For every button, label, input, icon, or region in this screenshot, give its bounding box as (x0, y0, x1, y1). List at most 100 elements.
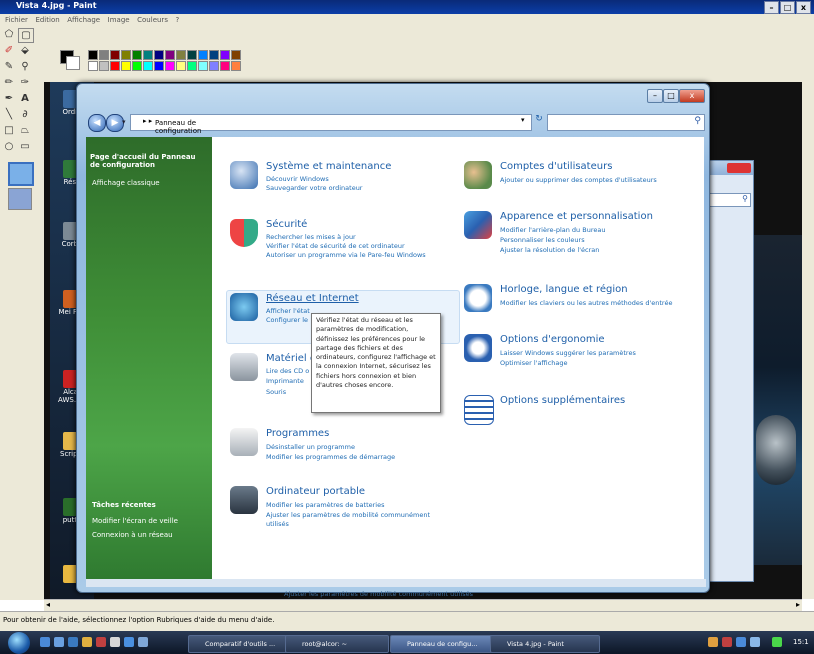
category-link[interactable]: Modifier l'arrière-plan du Bureau (500, 226, 605, 234)
color-swatch[interactable] (165, 61, 175, 71)
category-security[interactable]: Sécurité Rechercher les mises à jour Vér… (230, 219, 460, 279)
scroll-right-icon[interactable]: ▸ (796, 600, 800, 609)
color-swatch[interactable] (176, 50, 186, 60)
category-link[interactable]: Vérifier l'état de sécurité de cet ordin… (266, 242, 405, 250)
category-ease[interactable]: Options d'ergonomie Laisser Windows sugg… (464, 334, 700, 372)
quicklaunch-icon[interactable] (96, 637, 106, 647)
category-laptop[interactable]: Ordinateur portable Modifier les paramèt… (230, 486, 450, 536)
maximize-button[interactable]: □ (663, 89, 679, 103)
category-link[interactable]: Modifier les claviers ou les autres méth… (500, 299, 672, 307)
quicklaunch-icon[interactable] (40, 637, 50, 647)
category-extra[interactable]: Options supplémentaires (464, 395, 700, 425)
curve-icon[interactable]: ∂ (18, 108, 32, 121)
category-title[interactable]: Options d'ergonomie (500, 334, 605, 345)
quicklaunch-icon[interactable] (110, 637, 120, 647)
menu-help[interactable]: ? (176, 14, 180, 26)
line-icon[interactable]: ╲ (2, 108, 16, 121)
category-title[interactable]: Horloge, langue et région (500, 284, 628, 295)
pencil-icon[interactable]: ✏ (2, 76, 16, 89)
tool-options-icon-2[interactable] (8, 188, 32, 210)
category-title[interactable]: Matériel e (266, 353, 316, 364)
fill-icon[interactable]: ⬙ (18, 44, 32, 57)
refresh-icon[interactable]: ↻ (532, 114, 546, 129)
category-link[interactable]: Ajuster les paramètres de mobilité commu… (266, 511, 430, 519)
quicklaunch-icon[interactable] (124, 637, 134, 647)
rect-select-icon[interactable]: ▢ (18, 28, 34, 43)
back-arrow-icon[interactable]: ◀ (88, 114, 106, 132)
category-link[interactable]: Ajouter ou supprimer des comptes d'utili… (500, 176, 657, 184)
category-link[interactable]: Souris (266, 388, 286, 396)
category-link[interactable]: Sauvegarder votre ordinateur (266, 184, 362, 192)
tray-icon[interactable] (722, 637, 732, 647)
color-swatch[interactable] (187, 50, 197, 60)
color-swatch[interactable] (143, 61, 153, 71)
task-comparatif[interactable]: Comparatif d'outils ... (188, 635, 292, 653)
rectangle-icon[interactable]: □ (2, 124, 16, 137)
category-link[interactable]: Modifier les programmes de démarrage (266, 453, 395, 461)
color-swatch[interactable] (88, 61, 98, 71)
category-link[interactable]: Configurer le (266, 316, 308, 324)
task-paint[interactable]: Vista 4.jpg - Paint (490, 635, 600, 653)
color-swatch[interactable] (143, 50, 153, 60)
airbrush-icon[interactable]: ✒ (2, 92, 16, 105)
category-hardware[interactable]: Matériel e Lire des CD o Imprimante Sour… (230, 353, 316, 405)
category-title[interactable]: Système et maintenance (266, 161, 391, 172)
menu-affichage[interactable]: Affichage (67, 14, 100, 26)
maximize-button[interactable]: □ (780, 1, 795, 14)
color-swatch[interactable] (99, 50, 109, 60)
color-swatch[interactable] (132, 61, 142, 71)
category-link[interactable]: Ajuster la résolution de l'écran (500, 246, 599, 254)
minimize-button[interactable]: – (764, 1, 779, 14)
ellipse-icon[interactable]: ○ (2, 140, 16, 153)
rounded-rect-icon[interactable]: ▭ (18, 140, 32, 153)
category-link[interactable]: Laisser Windows suggérer les paramètres (500, 349, 636, 357)
scroll-left-icon[interactable]: ◂ (46, 600, 50, 609)
category-title[interactable]: Options supplémentaires (500, 395, 625, 406)
text-icon[interactable]: A (18, 92, 32, 105)
magnifier-icon[interactable]: ⚲ (18, 60, 32, 73)
category-link[interactable]: Imprimante (266, 377, 304, 385)
color-swatch[interactable] (209, 50, 219, 60)
category-title[interactable]: Réseau et Internet (266, 293, 359, 304)
tray-icon[interactable] (750, 637, 760, 647)
dropdown-icon[interactable]: ▾ (122, 118, 126, 126)
classic-view-link[interactable]: Affichage classique (92, 179, 160, 187)
recent-task-link[interactable]: Modifier l'écran de veille (92, 517, 178, 525)
close-button[interactable]: x (679, 89, 705, 103)
tray-icon[interactable] (708, 637, 718, 647)
color-swatch[interactable] (110, 61, 120, 71)
color-swatch[interactable] (99, 61, 109, 71)
free-select-icon[interactable]: ⬠ (2, 28, 16, 41)
category-link[interactable]: Optimiser l'affichage (500, 359, 568, 367)
category-link[interactable]: Découvrir Windows (266, 175, 329, 183)
quicklaunch-icon[interactable] (138, 637, 148, 647)
menu-fichier[interactable]: Fichier (5, 14, 28, 26)
color-swatch[interactable] (121, 61, 131, 71)
tool-options-icon[interactable] (8, 162, 34, 186)
color-swatch[interactable] (231, 50, 241, 60)
task-terminal[interactable]: root@alcor: ~ (285, 635, 389, 653)
menu-edition[interactable]: Edition (35, 14, 59, 26)
color-swatch[interactable] (220, 50, 230, 60)
vertical-scrollbar[interactable] (802, 82, 814, 599)
brush-icon[interactable]: ✑ (18, 76, 32, 89)
home-link[interactable]: Page d'accueil du Panneau de configurati… (90, 153, 206, 169)
category-clock[interactable]: Horloge, langue et région Modifier les c… (464, 284, 700, 318)
menu-image[interactable]: Image (108, 14, 130, 26)
category-title[interactable]: Apparence et personnalisation (500, 211, 653, 222)
quicklaunch-icon[interactable] (68, 637, 78, 647)
color-swatch[interactable] (88, 50, 98, 60)
color-swatch[interactable] (176, 61, 186, 71)
category-programs[interactable]: Programmes Désinstaller un programme Mod… (230, 428, 450, 468)
color-swatch[interactable] (187, 61, 197, 71)
polygon-icon[interactable]: ⏢ (18, 124, 32, 137)
category-link[interactable]: Lire des CD o (266, 367, 309, 375)
start-button[interactable] (8, 632, 30, 654)
task-control-panel[interactable]: Panneau de configu... (390, 635, 500, 653)
category-appearance[interactable]: Apparence et personnalisation Modifier l… (464, 211, 700, 263)
category-title[interactable]: Programmes (266, 428, 329, 439)
color-swatch[interactable] (220, 61, 230, 71)
category-link[interactable]: Autoriser un programme via le Pare-feu W… (266, 251, 426, 259)
color-swatch[interactable] (231, 61, 241, 71)
address-bar[interactable]: ▸ Panneau de configuration ▸ ▾ (130, 114, 532, 135)
